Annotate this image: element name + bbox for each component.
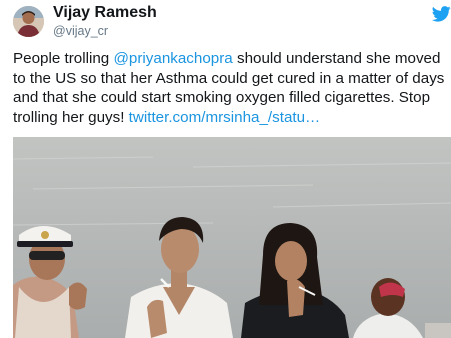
tweet-photo[interactable]	[13, 137, 451, 338]
tweet-card: Vijay Ramesh @vijay_cr People trolling @…	[0, 0, 451, 338]
avatar[interactable]	[13, 6, 44, 37]
tweet-text-part: People trolling	[13, 50, 114, 67]
photo-illustration	[13, 137, 451, 338]
author-name[interactable]: Vijay Ramesh	[53, 4, 157, 22]
author-handle[interactable]: @vijay_cr	[53, 24, 108, 38]
tweet-text: People trolling @priyankachopra should u…	[13, 49, 449, 127]
mention-link[interactable]: @priyankachopra	[113, 50, 232, 67]
twitter-bird-icon[interactable]	[431, 6, 451, 22]
tweet-url-link[interactable]: twitter.com/mrsinha_/statu…	[129, 109, 321, 126]
